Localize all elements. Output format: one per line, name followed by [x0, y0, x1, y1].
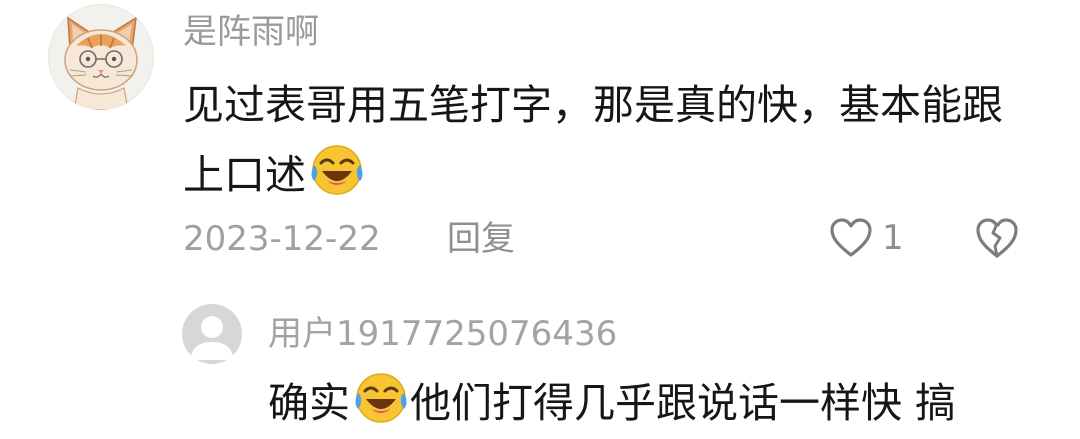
cat-avatar-icon	[64, 16, 138, 110]
comment-meta-row: 2023-12-22 回复 1	[183, 213, 1043, 263]
broken-heart-icon	[976, 218, 1018, 258]
comment-date: 2023-12-22	[183, 219, 381, 259]
commenter-avatar[interactable]	[48, 4, 154, 110]
replier-username[interactable]: 用户1917725076436	[268, 312, 617, 356]
comment-text: 见过表哥用五笔打字，那是真的快，基本能跟上口述	[183, 81, 1003, 199]
reply-text-start: 确实	[268, 379, 350, 427]
laughing-crying-emoji-icon	[308, 141, 366, 199]
reply-button[interactable]: 回复	[447, 217, 515, 261]
like-count: 1	[882, 218, 904, 258]
reply-text-end: 他们打得几乎跟说话一样快 搞	[410, 379, 957, 427]
default-user-avatar-icon	[190, 316, 234, 360]
commenter-username[interactable]: 是阵雨啊	[183, 10, 319, 54]
reply-body: 确实 他们打得几乎跟说话一样快 搞	[268, 368, 1058, 438]
replier-avatar[interactable]	[182, 304, 242, 364]
laughing-crying-emoji-icon	[352, 369, 410, 427]
comment-body: 见过表哥用五笔打字，那是真的快，基本能跟上口述	[183, 70, 1003, 210]
dislike-button[interactable]	[973, 215, 1021, 265]
like-button[interactable]: 1	[828, 213, 904, 263]
heart-outline-icon	[830, 218, 872, 257]
